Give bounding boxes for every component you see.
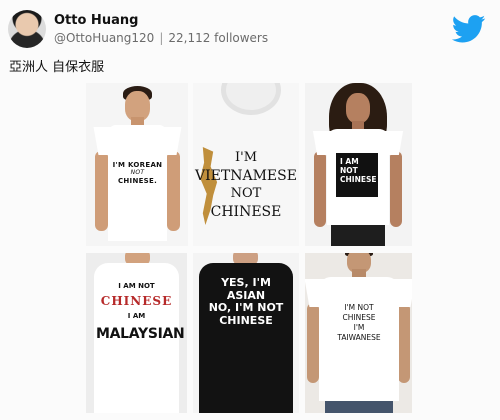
author-handle[interactable]: @OttoHuang120 <box>54 31 154 45</box>
shirt-slogan: YES, I'M ASIAN NO, I'M NOT CHINESE <box>203 276 289 328</box>
slogan-line: I AM NOT <box>118 282 155 290</box>
author-avatar[interactable] <box>8 10 46 48</box>
slogan-line: MALAYSIAN <box>96 325 185 342</box>
model-arm-left <box>307 303 319 383</box>
slogan-line: CHINESE <box>340 175 377 184</box>
slogan-line: TAIWANESE <box>337 333 381 343</box>
follower-count: 22,112 followers <box>168 31 269 45</box>
author-name[interactable]: Otto Huang <box>54 13 141 28</box>
slogan-line: I'M NOT <box>344 303 374 312</box>
tshirt-photo-black-panel[interactable]: I AM NOT CHINESE <box>305 83 412 246</box>
tshirt-photo-korean[interactable]: I'M KOREAN NOT CHINESE. <box>86 83 188 246</box>
shirt-slogan: I AM NOT CHINESE <box>336 157 378 184</box>
slogan-line: I AM <box>340 157 359 166</box>
model-head <box>346 93 370 123</box>
twitter-bird-icon[interactable] <box>452 15 486 43</box>
tweet-text: 亞洲人 自保衣服 <box>9 60 105 75</box>
slogan-line: I'M KOREAN <box>112 161 163 169</box>
shirt-slogan: I'M VIETNAMESE NOT CHINESE <box>195 149 297 222</box>
shirt-slogan: I'M KOREAN NOT CHINESE. <box>110 161 165 185</box>
shirt-slogan: I AM NOT CHINESE I AM MALAYSIAN <box>96 281 185 345</box>
model-pants <box>325 401 393 413</box>
slogan-line: CHINESE <box>100 294 173 309</box>
slogan-line: NOT <box>230 186 262 202</box>
tshirt-photo-vietnamese[interactable]: I'M VIETNAMESE NOT CHINESE <box>193 83 299 246</box>
slogan-line: I'M <box>234 150 258 165</box>
model-arm-left <box>95 151 108 231</box>
author-name-text[interactable]: Otto Huang <box>54 13 138 28</box>
shirt-slogan: I'M NOT CHINESE I'M TAIWANESE <box>321 303 397 344</box>
slogan-line: NOT <box>130 169 145 177</box>
slogan-line: CHINESE. <box>117 176 158 185</box>
tshirt-photo-malaysian[interactable]: I AM NOT CHINESE I AM MALAYSIAN <box>86 253 187 413</box>
model-arm-right <box>390 151 402 227</box>
slogan-line: CHINESE <box>219 313 273 327</box>
meta-separator: | <box>159 31 164 45</box>
slogan-line: I'M <box>353 323 365 333</box>
author-meta: @OttoHuang120 | 22,112 followers <box>54 31 268 45</box>
slogan-line: VIETNAMESE <box>195 167 297 184</box>
model-arm-left <box>314 151 326 227</box>
model-arm-right <box>167 151 180 231</box>
model-pants <box>331 225 385 246</box>
tshirt-photo-taiwanese[interactable]: I'M NOT CHINESE I'M TAIWANESE <box>305 253 412 413</box>
slogan-line: CHINESE <box>210 203 282 220</box>
tshirt-photo-asian-black[interactable]: YES, I'M ASIAN NO, I'M NOT CHINESE <box>193 253 299 413</box>
slogan-line: NOT <box>340 166 358 175</box>
slogan-line: YES, I'M <box>221 276 271 289</box>
slogan-line: CHINESE <box>342 313 376 323</box>
model-arm-right <box>398 303 410 383</box>
slogan-line: I AM <box>127 312 146 321</box>
